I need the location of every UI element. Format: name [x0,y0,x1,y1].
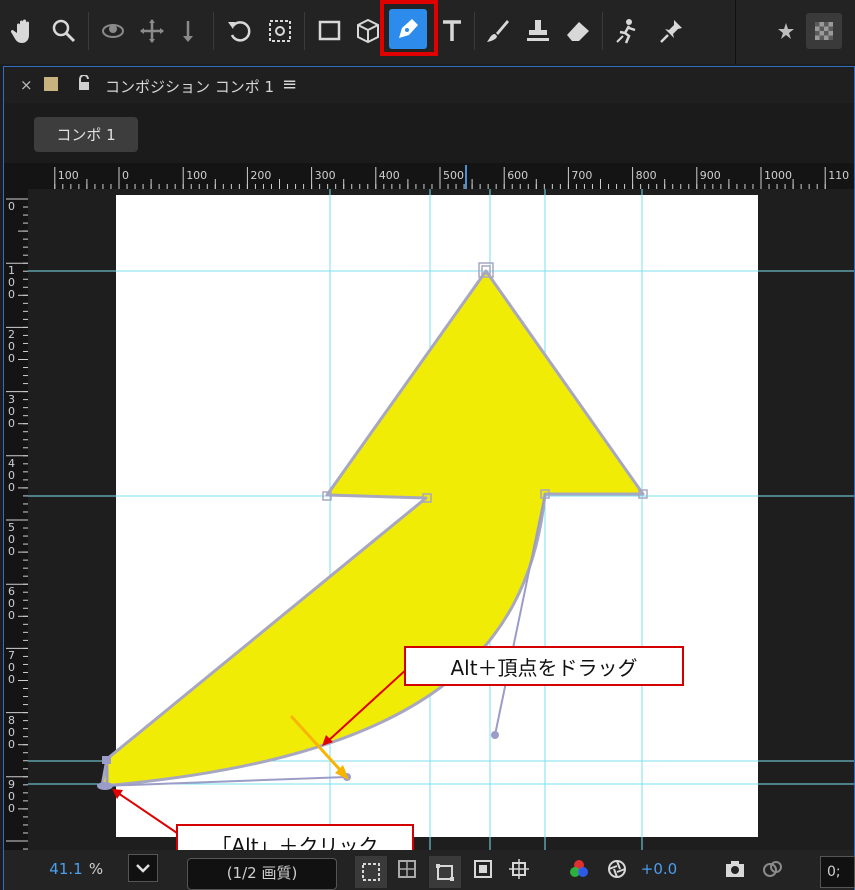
reset-exposure-button[interactable] [603,853,631,885]
snapshot-button[interactable] [720,853,750,885]
pin-icon [660,20,682,43]
zoom-dropdown[interactable] [128,854,158,882]
ruler-label-v: 5 0 0 [8,521,15,558]
ruler-label-h: 100 [57,169,79,182]
brush-icon [487,20,509,42]
ruler-label-v: 8 0 0 [8,713,15,751]
puppet-pin-tool[interactable] [654,8,690,54]
camera-icon [726,861,744,877]
hand-tool[interactable] [6,8,42,54]
ruler-label-h: 900 [699,169,721,182]
grid-icon [398,860,416,878]
ruler-label-v: 7 0 0 [8,649,15,687]
chevron-down-icon [136,864,150,873]
star-icon [778,23,794,39]
rectangle-icon [318,20,341,41]
ruler-label-v: 1 0 0 [8,264,15,302]
crosshair-icon [509,859,529,879]
type-tool[interactable] [434,8,470,54]
zoom-tool[interactable] [46,8,82,54]
orbit-camera-tool[interactable] [96,8,132,54]
orbit-icon [102,24,124,38]
ruler-label-h: 0 [122,169,129,182]
brush-tool[interactable] [480,8,516,54]
dolly-icon [183,21,193,42]
panel-title: コンポジション コンポ 1 [105,78,275,96]
ruler-label-h: 500 [443,169,464,182]
move-icon [140,19,164,43]
eraser-tool[interactable] [560,8,596,54]
aperture-icon [608,860,626,878]
channel-button[interactable] [565,853,593,885]
timecode-field[interactable]: 0; [820,856,855,888]
rotation-tool[interactable] [222,8,258,54]
pan-behind-tool[interactable] [262,8,298,54]
mask-visibility-button[interactable] [429,856,461,888]
checkerboard-icon [815,22,833,40]
resolution-value: (1/2 画質) [226,864,298,882]
ruler-label-h: 600 [507,169,529,182]
mask-path-icon [436,864,454,881]
zoom-value[interactable]: 41.1 [46,853,86,885]
ruler-label-v: 4 0 0 [8,456,15,494]
toolbar [0,0,855,64]
magnifier-icon [52,19,76,43]
show-snapshot-button[interactable] [757,853,787,885]
ruler-label-h: 110 [828,169,850,182]
hand-icon [10,19,29,43]
region-of-interest-button[interactable] [355,856,387,888]
rotate-icon [228,21,251,42]
rectangle-tool[interactable] [312,8,348,54]
cube-icon [357,18,379,44]
roto-brush-tool[interactable] [610,8,646,54]
ruler-label-h: 800 [635,169,657,182]
roto-brush-icon [616,19,636,44]
ruler-label-h: 100 [186,169,208,182]
ruler-label-v: 9 0 0 [8,777,15,815]
dolly-camera-tool[interactable] [172,8,208,54]
drag-callout: Alt＋頂点をドラッグ [404,646,684,686]
safe-margins-button[interactable] [467,853,499,885]
clone-stamp-tool[interactable] [520,8,556,54]
region-icon [362,863,380,881]
grid-guides-button[interactable] [503,853,535,885]
panel-menu-button[interactable]: ≡ [282,74,297,95]
frame-icon [474,860,492,878]
snapshot-view-icon [763,861,782,877]
anchor-point-icon [269,20,291,42]
resolution-dropdown[interactable]: (1/2 画質) [187,858,337,890]
rgb-channels-icon [570,860,588,877]
ruler-label-h: 400 [378,169,400,182]
ruler-label-h: 1000 [764,169,792,182]
panel-header: × コンポジション コンポ 1 ≡ [4,67,854,103]
ruler-label-v: 3 0 0 [8,392,15,430]
ruler-label-v: 0 [8,200,15,213]
ruler-label-v: 2 0 0 [8,328,15,366]
ruler-label-v: 6 0 0 [8,585,15,623]
ruler-label-h: 300 [314,169,336,182]
favorite-button[interactable] [768,8,804,54]
exposure-value[interactable]: +0.0 [638,853,680,885]
horizontal-ruler[interactable] [4,163,854,189]
close-panel-button[interactable]: × [20,76,33,94]
pan-camera-tool[interactable] [134,8,170,54]
panel-color-swatch[interactable] [44,77,58,91]
ruler-label-h: 700 [571,169,593,182]
tab-comp1[interactable]: コンポ 1 [34,117,138,152]
unlock-icon[interactable] [77,75,91,91]
type-icon [443,20,461,41]
pen-tool-highlight [380,0,438,56]
zoom-unit: % [88,860,104,878]
transparency-grid-button[interactable] [806,13,842,49]
composition-viewer[interactable]: 100 0 100 200 300 400 500 600 700 800 900 1000 110 0… [4,163,854,850]
ruler-label-h: 200 [250,169,272,182]
eraser-icon [567,22,589,41]
transparency-toggle[interactable] [393,853,421,885]
stamp-icon [527,20,549,41]
